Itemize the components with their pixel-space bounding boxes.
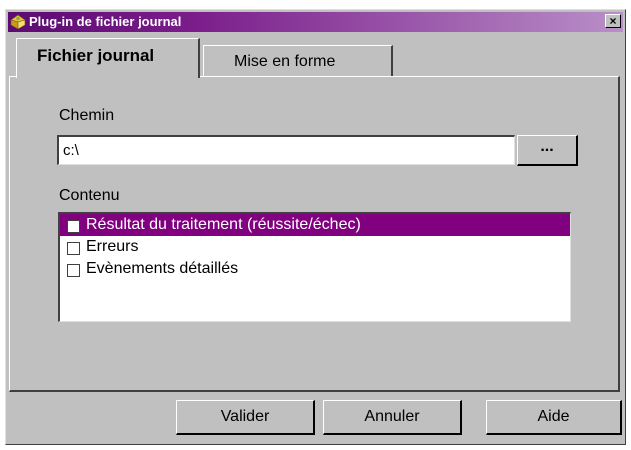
list-item-resultat[interactable]: Résultat du traitement (réussite/échec)	[60, 214, 570, 236]
tab-mise-en-forme[interactable]: Mise en forme	[203, 45, 393, 77]
title-bar[interactable]: Plug-in de fichier journal ×	[8, 12, 623, 32]
list-item-label: Evènements détaillés	[86, 260, 239, 277]
window-title: Plug-in de fichier journal	[29, 14, 182, 29]
ok-button[interactable]: Valider	[176, 400, 315, 435]
browse-button[interactable]: ...	[517, 135, 578, 166]
close-button[interactable]: ×	[605, 14, 621, 28]
content-label: Contenu	[59, 187, 120, 204]
help-button[interactable]: Aide	[486, 400, 622, 435]
cancel-button[interactable]: Annuler	[323, 400, 462, 435]
list-item-erreurs[interactable]: Erreurs	[60, 236, 570, 258]
close-icon: ×	[609, 14, 617, 28]
checkbox-resultat[interactable]	[67, 220, 80, 233]
plugin-app-icon	[10, 14, 26, 30]
tab-fichier-journal[interactable]: Fichier journal	[16, 38, 200, 78]
list-item-label: Erreurs	[86, 238, 139, 255]
list-item-evenements[interactable]: Evènements détaillés	[60, 258, 570, 280]
list-item-label: Résultat du traitement (réussite/échec)	[86, 216, 361, 233]
path-input[interactable]	[57, 135, 515, 165]
path-label: Chemin	[59, 107, 115, 124]
checkbox-erreurs[interactable]	[67, 242, 80, 255]
checkbox-evenements[interactable]	[67, 264, 80, 277]
content-listbox[interactable]: Résultat du traitement (réussite/échec) …	[58, 212, 571, 322]
